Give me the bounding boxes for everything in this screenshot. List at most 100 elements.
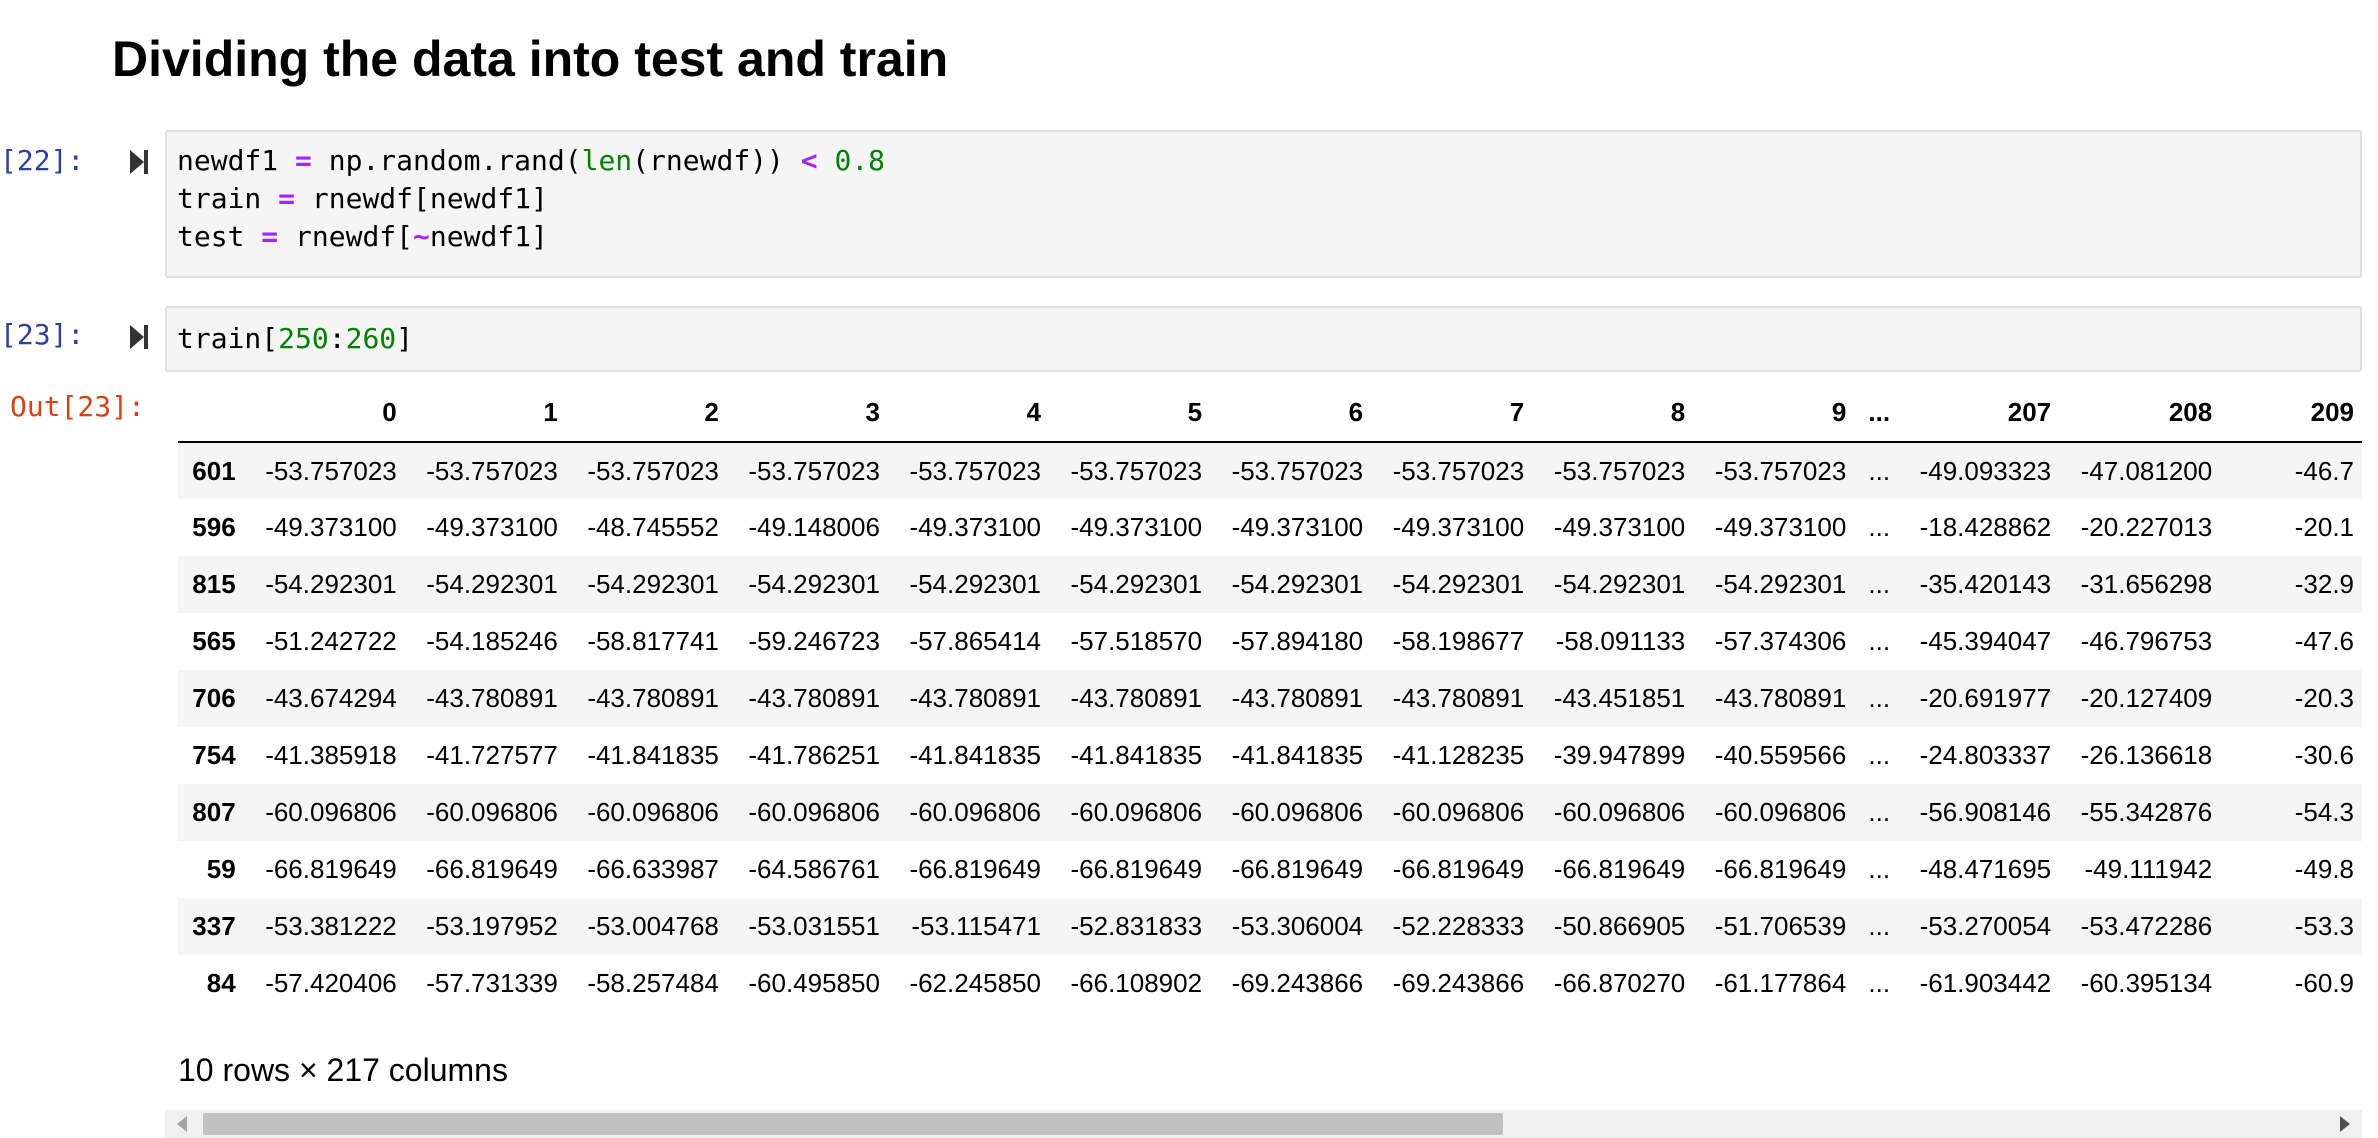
input-prompt-22: [22]: (0, 144, 85, 177)
chevron-left-icon[interactable] (177, 1116, 187, 1132)
table-cell: -66.633987 (587, 854, 719, 884)
output-prompt-23: Out[23]: (10, 390, 145, 423)
table-cell: ... (1868, 797, 1891, 827)
table-cell: -54.292301 (265, 569, 397, 599)
table-cell: -43.780891 (587, 683, 719, 713)
table-cell: ... (1868, 854, 1891, 884)
table-cell: -54.185246 (426, 626, 558, 656)
code-line: newdf1 = np.random.rand(len(rnewdf)) < 0… (177, 142, 2350, 180)
table-cell: -49.111942 (2084, 854, 2213, 884)
table-cell: -54.3 (2294, 797, 2354, 827)
table-cell: -49.373100 (1714, 512, 1847, 542)
table-cell: -66.819649 (909, 854, 1041, 884)
table-cell: -46.7 (2294, 455, 2354, 486)
table-cell: -53.3 (2294, 911, 2354, 941)
table-cell: -43.780891 (426, 683, 558, 713)
code-token: 0.8 (834, 144, 886, 177)
table-cell: -49.8 (2294, 854, 2354, 884)
code-editor-23[interactable]: train[250:260] (165, 306, 2362, 372)
table-cell: -53.757023 (1231, 455, 1364, 486)
column-header: 6 (1210, 384, 1372, 443)
table-cell: -61.177864 (1714, 968, 1847, 998)
table-cell: -41.128235 (1392, 740, 1525, 770)
column-header: 207 (1898, 384, 2060, 443)
table-cell: -60.395134 (2080, 968, 2213, 998)
table-cell: -20.227013 (2080, 512, 2213, 542)
code-token: 250 (278, 322, 329, 355)
table-cell: -53.004768 (587, 911, 719, 941)
table-cell: -53.270054 (1919, 911, 2052, 941)
run-cell-icon[interactable] (128, 147, 150, 177)
table-cell: -41.841835 (1070, 740, 1203, 770)
table-cell: -66.819649 (1392, 854, 1525, 884)
table-cell: -66.870270 (1553, 968, 1686, 998)
table-cell: -66.819649 (1714, 854, 1847, 884)
code-token: = (261, 220, 279, 253)
table-cell: -66.819649 (426, 854, 558, 884)
table-row: 754 -41.385918 -41.727577 -41.841835 -41.786… (178, 727, 2362, 784)
table-row: 337 -53.381222 -53.197952 -53.004768 -53.031… (178, 898, 2362, 955)
table-cell: -20.691977 (1919, 683, 2052, 713)
code-editor-22[interactable]: newdf1 = np.random.rand(len(rnewdf)) < 0… (165, 130, 2362, 278)
table-cell: -57.865414 (909, 626, 1041, 656)
table-header-row: 0 1 2 3 4 5 6 7 8 9... 207 208 209 (178, 384, 2362, 443)
table-row: 596 -49.373100 -49.373100 -48.745552 -49.148… (178, 499, 2362, 556)
row-index: 754 (192, 740, 236, 770)
table-cell: -53.757023 (1714, 455, 1847, 486)
table-cell: -30.6 (2294, 740, 2354, 770)
code-line: train[250:260] (177, 320, 2350, 358)
table-cell: -50.866905 (1553, 911, 1686, 941)
table-cell: -60.495850 (748, 968, 880, 998)
run-cell-icon[interactable] (128, 322, 150, 352)
code-token: ] (396, 322, 414, 355)
table-row: 815 -54.292301 -54.292301 -54.292301 -54.292… (178, 556, 2362, 613)
code-line: test = rnewdf[~newdf1] (177, 218, 2350, 256)
table-cell: -43.780891 (1070, 683, 1203, 713)
table-cell: -24.803337 (1919, 740, 2052, 770)
table-cell: -57.518570 (1070, 626, 1203, 656)
markdown-heading: Dividing the data into test and train (112, 31, 949, 87)
row-index: 706 (192, 683, 236, 713)
scrollbar-thumb[interactable] (203, 1113, 1503, 1135)
table-cell: -58.257484 (587, 968, 719, 998)
table-cell: -60.096806 (1392, 797, 1525, 827)
row-index: 84 (206, 968, 236, 998)
table-cell: -60.096806 (909, 797, 1041, 827)
table-cell: ... (1868, 626, 1891, 656)
table-row: 706 -43.674294 -43.780891 -43.780891 -43.780… (178, 670, 2362, 727)
table-cell: ... (1868, 512, 1891, 542)
table-cell: -26.136618 (2080, 740, 2213, 770)
table-cell: -60.9 (2294, 968, 2354, 998)
table-cell: -52.228333 (1392, 911, 1525, 941)
table-cell: -66.819649 (265, 854, 397, 884)
code-token: train[ (177, 322, 279, 355)
code-token: newdf1 (177, 144, 296, 177)
code-token: np.random.rand( (311, 144, 582, 177)
table-cell: -69.243866 (1392, 968, 1525, 998)
table-cell: -49.148006 (748, 512, 880, 542)
table-cell: -49.373100 (1070, 512, 1203, 542)
table-cell: -35.420143 (1919, 569, 2052, 599)
table-cell: -47.081200 (2080, 455, 2213, 486)
horizontal-scrollbar[interactable] (165, 1110, 2362, 1138)
table-cell: -57.731339 (426, 968, 558, 998)
code-token: (rnewdf)) (632, 144, 801, 177)
table-cell: -46.796753 (2080, 626, 2213, 656)
table-cell: ... (1868, 683, 1891, 713)
table-cell: -41.841835 (587, 740, 719, 770)
code-token: 260 (345, 322, 397, 355)
column-header: ... (1854, 384, 1899, 443)
table-cell: -58.198677 (1392, 626, 1525, 656)
table-cell: ... (1868, 455, 1891, 486)
column-header: 3 (726, 384, 888, 443)
row-index: 807 (192, 797, 236, 827)
table-cell: -54.292301 (1392, 569, 1525, 599)
table-cell: -53.381222 (265, 911, 397, 941)
table-cell: -54.292301 (1553, 569, 1686, 599)
table-cell: -39.947899 (1553, 740, 1686, 770)
chevron-right-icon[interactable] (2340, 1116, 2350, 1132)
code-token: rnewdf[ (278, 220, 414, 253)
table-cell: -48.745552 (587, 512, 719, 542)
code-token: test (177, 220, 262, 253)
column-header: 209 (2220, 384, 2362, 443)
